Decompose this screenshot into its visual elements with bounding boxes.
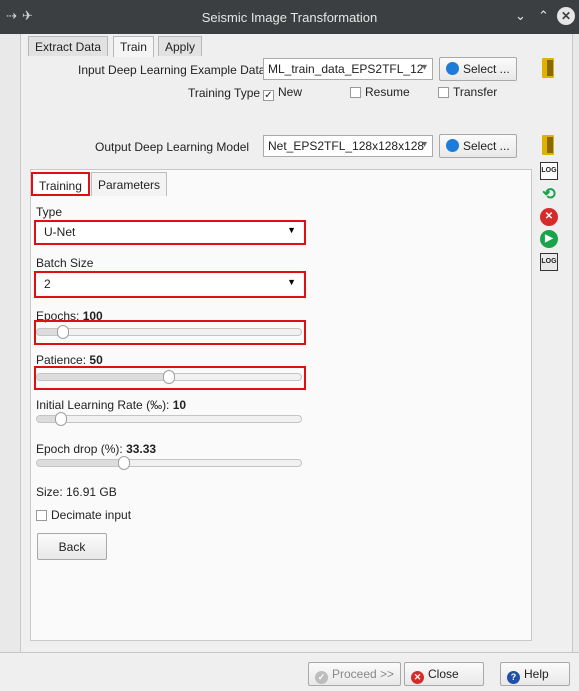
select-label: Select ... [463, 62, 510, 76]
size-text: Size: 16.91 GB [36, 485, 117, 499]
patience-slider[interactable] [36, 370, 302, 384]
training-type-transfer[interactable]: Transfer [438, 85, 497, 99]
batch-size-label: Batch Size [36, 256, 94, 270]
output-model-combo[interactable]: Net_EPS2TFL_128x128x128 ▾ [263, 135, 433, 157]
learning-rate-slider-handle[interactable] [54, 412, 67, 426]
output-model-value: Net_EPS2TFL_128x128x128 [268, 139, 425, 153]
check-icon: ✓ [315, 671, 328, 684]
log-view-icon[interactable]: LOG [540, 253, 558, 271]
epoch-drop-slider[interactable] [36, 456, 302, 470]
log-icon[interactable]: LOG [540, 162, 558, 180]
training-type-label: Training Type [188, 86, 261, 100]
batch-size-dropdown[interactable]: 2 ▼ [36, 274, 302, 294]
patience-text: Patience: [36, 353, 87, 367]
run-icon[interactable]: ▶ [540, 230, 558, 248]
minimize-icon[interactable]: ⌄ [515, 8, 526, 24]
output-model-label: Output Deep Learning Model [95, 140, 250, 154]
epoch-drop-slider-handle[interactable] [118, 456, 131, 470]
tab-apply[interactable]: Apply [158, 36, 203, 56]
tab-parameters[interactable]: Parameters [91, 172, 168, 196]
training-type-new[interactable]: ✓ New [263, 85, 302, 101]
stop-icon[interactable]: ✕ [540, 208, 558, 226]
chevron-down-icon: ▼ [287, 225, 296, 235]
new-label: New [278, 85, 303, 99]
database-icon [446, 139, 459, 152]
tab-extract-data[interactable]: Extract Data [28, 36, 109, 56]
select-label: Select ... [463, 139, 510, 153]
input-data-label: Input Deep Learning Example Data [78, 63, 266, 77]
proceed-label: Proceed >> [332, 667, 395, 681]
folder-icon[interactable] [540, 58, 556, 78]
input-data-select-button[interactable]: Select ... [439, 57, 517, 81]
help-icon: ? [507, 671, 520, 684]
type-dropdown[interactable]: U-Net ▼ [36, 222, 302, 242]
input-data-value: ML_train_data_EPS2TFL_12 [268, 62, 424, 76]
epoch-drop-text: Epoch drop (%): [36, 442, 123, 456]
epoch-drop-value: 33.33 [126, 442, 157, 456]
patience-slider-fill [37, 374, 169, 380]
checkbox-icon [36, 510, 47, 521]
close-window-icon[interactable]: ✕ [557, 7, 575, 25]
epoch-drop-slider-fill [37, 460, 125, 466]
learning-rate-text: Initial Learning Rate (‰): [36, 398, 170, 412]
help-button[interactable]: ? Help [500, 662, 570, 686]
footer-bar [0, 652, 579, 691]
decimate-label: Decimate input [51, 508, 132, 522]
patience-value: 50 [89, 353, 103, 367]
chevron-down-icon: ▾ [421, 139, 427, 150]
tab-training[interactable]: Training [31, 172, 90, 196]
close-icon: ✕ [411, 671, 424, 684]
database-icon [446, 62, 459, 75]
back-button[interactable]: Back [37, 533, 107, 560]
help-label: Help [524, 667, 549, 681]
batch-size-value: 2 [44, 277, 51, 291]
checkbox-icon [438, 87, 449, 98]
folder-icon[interactable] [540, 135, 556, 155]
refresh-icon[interactable]: ⟲ [540, 186, 558, 204]
learning-rate-label: Initial Learning Rate (‰): 10 [36, 398, 186, 412]
window-title: Seismic Image Transformation [201, 10, 378, 25]
patience-slider-handle[interactable] [163, 370, 175, 384]
type-label: Type [36, 205, 63, 219]
checkbox-icon [350, 87, 361, 98]
tab-train[interactable]: Train [113, 36, 154, 57]
learning-rate-value: 10 [172, 398, 187, 412]
output-model-select-button[interactable]: Select ... [439, 134, 517, 158]
checkbox-checked-icon: ✓ [263, 90, 274, 101]
learning-rate-slider[interactable] [36, 412, 302, 426]
epochs-slider[interactable] [36, 325, 302, 339]
title-bar: ⇢ ✈ Seismic Image Transformation ⌄ ⌃ ✕ [0, 0, 579, 34]
decimate-checkbox[interactable]: Decimate input [36, 508, 131, 522]
epoch-drop-label: Epoch drop (%): 33.33 [36, 442, 156, 456]
chevron-down-icon: ▼ [287, 277, 296, 287]
chevron-down-icon: ▾ [421, 62, 427, 73]
type-value: U-Net [44, 225, 76, 239]
maximize-icon[interactable]: ⌃ [538, 8, 549, 24]
close-button[interactable]: ✕ Close [404, 662, 484, 686]
proceed-button[interactable]: ✓ Proceed >> [308, 662, 402, 686]
close-label: Close [428, 667, 459, 681]
transfer-label: Transfer [453, 85, 498, 99]
training-type-resume[interactable]: Resume [350, 85, 410, 99]
patience-label: Patience: 50 [36, 353, 103, 367]
resume-label: Resume [365, 85, 410, 99]
input-data-combo[interactable]: ML_train_data_EPS2TFL_12 ▾ [263, 58, 433, 80]
